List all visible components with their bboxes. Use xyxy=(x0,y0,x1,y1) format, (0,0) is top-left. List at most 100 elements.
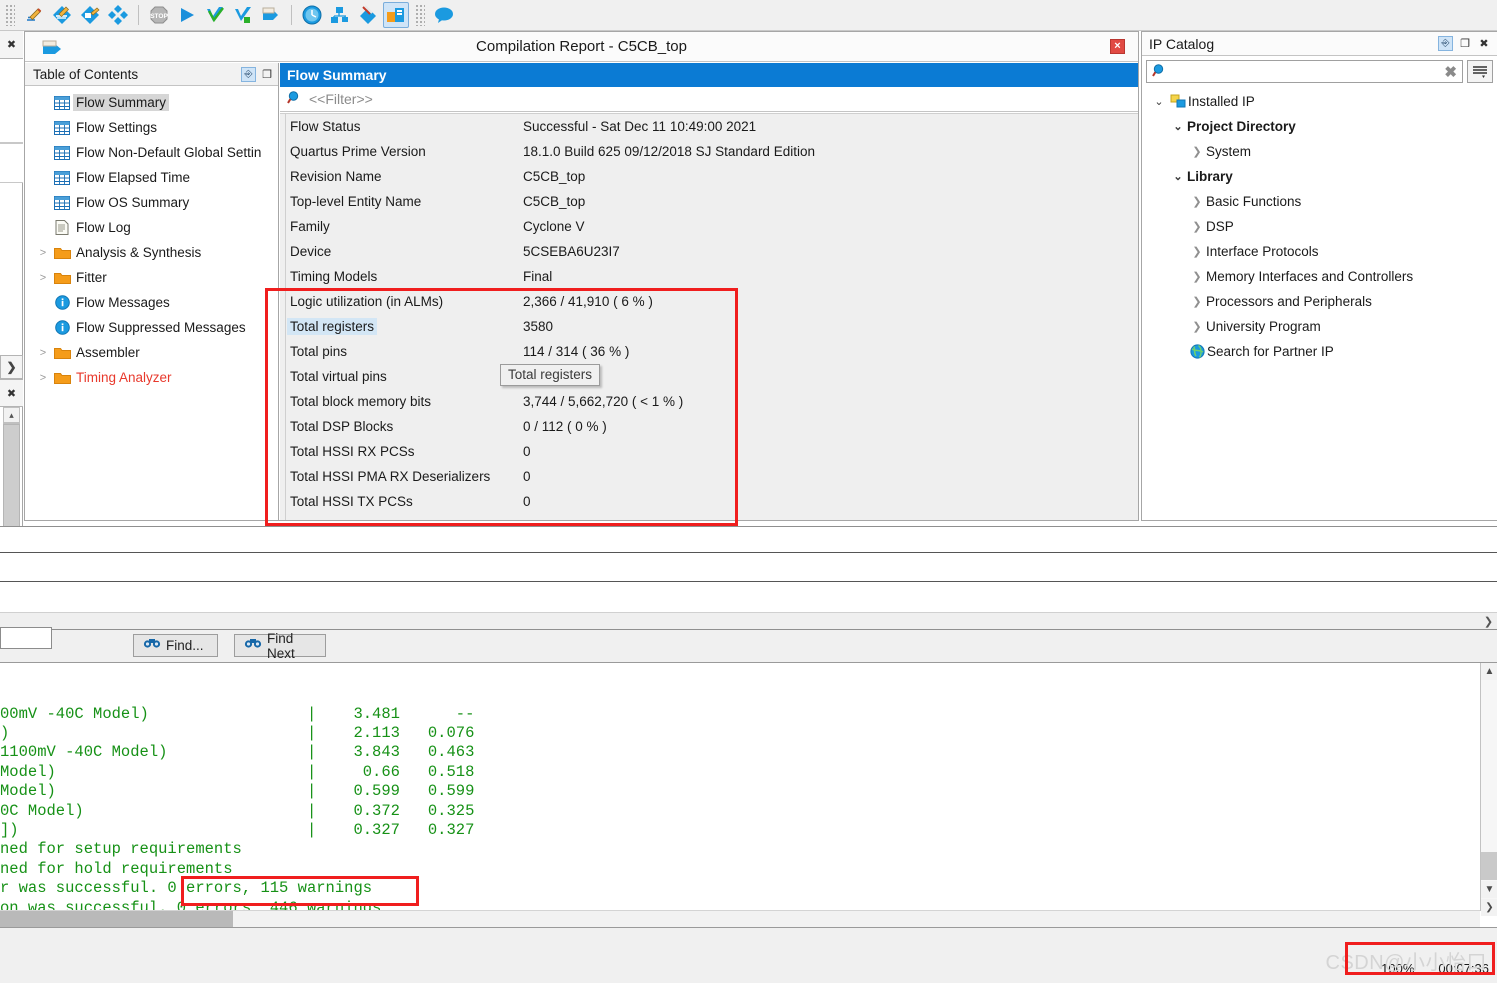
flow-summary-key: Total DSP Blocks xyxy=(290,419,394,434)
toc-item-flow-os-summary[interactable]: Flow OS Summary xyxy=(25,190,278,215)
ip-tree-item-project-directory[interactable]: ⌄ Project Directory xyxy=(1142,114,1497,139)
compilation-report-icon[interactable] xyxy=(383,2,409,28)
console-horizontal-scrollbar[interactable] xyxy=(0,910,1480,927)
chevron-right-icon[interactable]: ❯ xyxy=(1188,245,1206,258)
console-vertical-scrollbar[interactable]: ▲ ▼ ❯ xyxy=(1480,663,1497,916)
chat-icon[interactable] xyxy=(431,2,457,28)
flow-summary-row[interactable]: Total DSP Blocks 0 / 112 ( 0 % ) xyxy=(280,414,1138,439)
ip-tree-item-library[interactable]: ⌄ Library xyxy=(1142,164,1497,189)
ip-catalog-menu-button[interactable] xyxy=(1467,60,1493,83)
ip-tree-item-dsp[interactable]: ❯ DSP xyxy=(1142,214,1497,239)
chevron-down-icon[interactable]: ⌄ xyxy=(1169,170,1187,183)
flow-summary-row[interactable]: Logic utilization (in ALMs) 2,366 / 41,91… xyxy=(280,289,1138,314)
flow-summary-row[interactable]: Total HSSI TX PCSs 0 xyxy=(280,489,1138,514)
pin-planner-icon[interactable] xyxy=(327,2,353,28)
vertical-scrollbar-thumb[interactable] xyxy=(3,424,20,534)
toolbar-grip[interactable] xyxy=(5,4,15,26)
scroll-right-arrow[interactable]: ❯ xyxy=(1480,615,1497,628)
analysis-synthesis-icon[interactable] xyxy=(202,2,228,28)
console-scroll-thumb[interactable] xyxy=(1481,852,1497,880)
flow-summary-row[interactable]: Device 5CSEBA6U23I7 xyxy=(280,239,1138,264)
ip-tree-item-university-program[interactable]: ❯ University Program xyxy=(1142,314,1497,339)
assembler-icon[interactable] xyxy=(258,2,284,28)
ip-search-input[interactable]: ✖ xyxy=(1146,60,1463,83)
chevron-down-icon[interactable]: ⌄ xyxy=(1169,120,1187,133)
chevron-right-icon[interactable]: > xyxy=(35,372,51,384)
left-panel-close-button[interactable]: ✖ xyxy=(0,31,23,59)
find-input[interactable] xyxy=(0,627,52,649)
flow-summary-row[interactable]: Top-level Entity Name C5CB_top xyxy=(280,189,1138,214)
flow-summary-value: 18.1.0 Build 625 09/12/2018 SJ Standard … xyxy=(523,144,815,159)
flow-summary-row[interactable]: Total virtual pins xyxy=(280,364,1138,389)
close-icon[interactable]: ✖ xyxy=(1477,37,1491,51)
flow-summary-row[interactable]: Timing Models Final xyxy=(280,264,1138,289)
maximize-icon[interactable]: ❐ xyxy=(260,67,274,81)
ip-tree-item-search-for-partner-ip[interactable]: Search for Partner IP xyxy=(1142,339,1497,364)
toolbar-grip-2[interactable] xyxy=(415,4,425,26)
maximize-icon[interactable]: ❐ xyxy=(1458,37,1472,51)
pin-icon[interactable]: ⎆ xyxy=(1438,36,1453,51)
toc-item-flow-elapsed-time[interactable]: Flow Elapsed Time xyxy=(25,165,278,190)
toc-item-assembler[interactable]: > Assembler xyxy=(25,340,278,365)
chevron-right-icon[interactable]: > xyxy=(35,247,51,259)
chevron-right-icon[interactable]: ❯ xyxy=(1188,295,1206,308)
timing-analyzer-icon[interactable] xyxy=(299,2,325,28)
chevron-right-icon[interactable]: ❯ xyxy=(1188,220,1206,233)
ip-tree-item-interface-protocols[interactable]: ❯ Interface Protocols xyxy=(1142,239,1497,264)
flow-summary-table: Flow Status Successful - Sat Dec 11 10:49… xyxy=(280,113,1138,520)
chevron-right-icon[interactable]: ❯ xyxy=(1188,145,1206,158)
chevron-down-icon[interactable]: ⌄ xyxy=(1150,95,1168,108)
console-hscroll-thumb[interactable] xyxy=(0,911,233,927)
flow-summary-row[interactable]: Total registers 3580 xyxy=(280,314,1138,339)
scroll-up-arrow[interactable]: ▲ xyxy=(1481,663,1497,680)
toc-item-timing-analyzer[interactable]: > Timing Analyzer xyxy=(25,365,278,390)
new-file-icon[interactable] xyxy=(21,2,47,28)
toc-item-flow-log[interactable]: Flow Log xyxy=(25,215,278,240)
toc-item-flow-non-default-global-settin[interactable]: Flow Non-Default Global Settin xyxy=(25,140,278,165)
flow-summary-row[interactable]: Total HSSI RX PCSs 0 xyxy=(280,439,1138,464)
toc-item-flow-settings[interactable]: Flow Settings xyxy=(25,115,278,140)
scroll-up-arrow[interactable]: ▴ xyxy=(3,407,20,423)
left-panel-close-button-2[interactable]: ✖ xyxy=(0,379,23,407)
toc-item-fitter[interactable]: > Fitter xyxy=(25,265,278,290)
save-project-icon[interactable] xyxy=(77,2,103,28)
chevron-right-icon[interactable]: > xyxy=(35,347,51,359)
chevron-right-icon[interactable]: ❯ xyxy=(1188,320,1206,333)
close-icon[interactable]: × xyxy=(1110,39,1125,54)
pin-icon[interactable]: ⎆ xyxy=(241,66,256,82)
scroll-down-arrow[interactable]: ▼ xyxy=(1481,881,1497,898)
stop-icon[interactable]: STOP xyxy=(146,2,172,28)
toc-item-analysis-synthesis[interactable]: > Analysis & Synthesis xyxy=(25,240,278,265)
toc-item-flow-messages[interactable]: Flow Messages xyxy=(25,290,278,315)
flow-summary-row[interactable]: Flow Status Successful - Sat Dec 11 10:49… xyxy=(280,114,1138,139)
chevron-right-icon[interactable]: ❯ xyxy=(1188,270,1206,283)
ip-tree-item-basic-functions[interactable]: ❯ Basic Functions xyxy=(1142,189,1497,214)
chevron-right-icon[interactable]: > xyxy=(35,272,51,284)
flow-summary-row[interactable]: Total pins 114 / 314 ( 36 % ) xyxy=(280,339,1138,364)
compile-design-icon[interactable] xyxy=(105,2,131,28)
flow-summary-row[interactable]: Total HSSI PMA RX Deserializers 0 xyxy=(280,464,1138,489)
middle-horizontal-scrollbar[interactable]: ❯ xyxy=(0,612,1497,630)
left-panel-expand-button[interactable]: ❯ xyxy=(0,355,23,379)
scroll-right-arrow[interactable]: ❯ xyxy=(1481,899,1497,916)
programmer-icon[interactable] xyxy=(355,2,381,28)
report-filter-row[interactable]: <<Filter>> xyxy=(280,87,1138,112)
flow-summary-row[interactable]: Revision Name C5CB_top xyxy=(280,164,1138,189)
open-project-icon[interactable] xyxy=(49,2,75,28)
ip-tree-item-processors-and-peripherals[interactable]: ❯ Processors and Peripherals xyxy=(1142,289,1497,314)
ip-tree-item-memory-interfaces-and-controllers[interactable]: ❯ Memory Interfaces and Controllers xyxy=(1142,264,1497,289)
flow-summary-row[interactable]: Family Cyclone V xyxy=(280,214,1138,239)
start-fitter-icon[interactable] xyxy=(230,2,256,28)
clear-icon[interactable]: ✖ xyxy=(1444,63,1457,81)
toc-item-flow-suppressed-messages[interactable]: Flow Suppressed Messages xyxy=(25,315,278,340)
find-next-button[interactable]: Find Next xyxy=(234,631,326,661)
ip-search-row: ✖ xyxy=(1146,59,1493,84)
toc-item-flow-summary[interactable]: Flow Summary xyxy=(25,90,278,115)
flow-summary-row[interactable]: Quartus Prime Version 18.1.0 Build 625 09… xyxy=(280,139,1138,164)
ip-tree-item-installed-ip[interactable]: ⌄ Installed IP xyxy=(1142,89,1497,114)
start-compilation-icon[interactable] xyxy=(174,2,200,28)
flow-summary-row[interactable]: Total block memory bits 3,744 / 5,662,720… xyxy=(280,389,1138,414)
chevron-right-icon[interactable]: ❯ xyxy=(1188,195,1206,208)
find-button[interactable]: Find... xyxy=(133,634,218,657)
ip-tree-item-system[interactable]: ❯ System xyxy=(1142,139,1497,164)
